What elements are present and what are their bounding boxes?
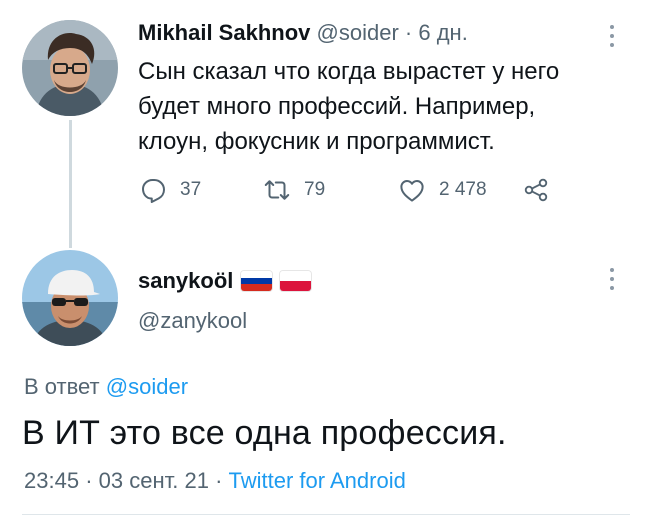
bottom-divider <box>22 514 630 515</box>
thread-connector-line <box>69 120 72 248</box>
reply-icon <box>142 179 165 203</box>
retweet-count: 79 <box>304 179 326 200</box>
tweet-metadata: 23:45 · 03 сент. 21 · Twitter for Androi… <box>24 468 406 494</box>
tweet-header: Mikhail Sakhnov @soider · 6 дн. <box>138 20 468 46</box>
tweet-text-line: клоун, фокусник и программист. <box>138 128 495 155</box>
header-separator: · <box>404 20 413 45</box>
retweet-button[interactable]: 79 <box>262 174 325 206</box>
reply-to-line: В ответ @soider <box>24 374 188 400</box>
share-button[interactable] <box>522 174 550 206</box>
reply-author-row: sanykoöl <box>138 268 312 294</box>
poland-flag-icon <box>280 271 312 291</box>
meta-separator: · <box>85 468 93 493</box>
tweet-date[interactable]: 03 сент. 21 <box>99 468 209 493</box>
reply-count: 37 <box>180 179 202 200</box>
like-icon <box>400 180 424 202</box>
retweet-icon <box>264 180 290 200</box>
more-icon[interactable] <box>609 25 615 51</box>
reply-to-prefix: В ответ <box>24 374 100 399</box>
author-handle[interactable]: @soider <box>317 20 399 45</box>
like-button[interactable]: 2 478 <box>397 174 487 206</box>
tweet-timestamp[interactable]: 23:45 <box>24 468 79 493</box>
reply-author-handle[interactable]: @zanykool <box>138 308 247 334</box>
tweet-actions-bar: 37 79 2 478 <box>138 174 598 206</box>
avatar-photo-icon <box>22 250 118 346</box>
russia-flag-icon <box>241 271 273 291</box>
client-link[interactable]: Twitter for Android <box>229 468 406 493</box>
avatar-sanykool[interactable] <box>22 250 118 346</box>
avatar-photo-icon <box>22 20 118 116</box>
tweet-text-line: будет много профессий. Например, <box>138 93 536 120</box>
avatar-mikhail[interactable] <box>22 20 118 116</box>
reply-to-handle-link[interactable]: @soider <box>106 374 188 399</box>
reply-author-name[interactable]: sanykoöl <box>138 268 233 294</box>
reply-button[interactable]: 37 <box>138 174 201 206</box>
tweet-text: Сын сказал что когда вырастет у него буд… <box>138 54 638 159</box>
share-icon <box>524 178 548 202</box>
reply-more-icon[interactable] <box>609 268 615 294</box>
tweet-text-line: Сын сказал что когда вырастет у него <box>138 58 560 85</box>
like-count: 2 478 <box>439 179 487 200</box>
meta-separator: · <box>215 468 223 493</box>
author-name[interactable]: Mikhail Sakhnov <box>138 20 310 45</box>
tweet-time-ago[interactable]: 6 дн. <box>418 20 467 45</box>
reply-tweet-text: В ИТ это все одна профессия. <box>22 414 507 452</box>
